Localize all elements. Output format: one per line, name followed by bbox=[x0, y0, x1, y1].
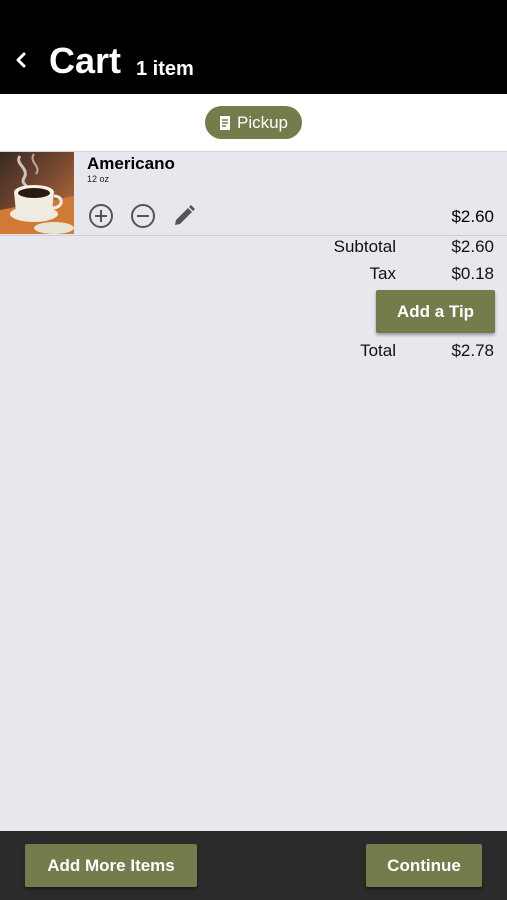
pickup-label: Pickup bbox=[236, 112, 289, 132]
tax-label: Tax bbox=[369, 264, 396, 283]
decrease-quantity-button[interactable] bbox=[130, 203, 156, 229]
total-label: Total bbox=[360, 341, 396, 360]
pickup-mode-button[interactable]: Pickup bbox=[205, 106, 302, 139]
page-title: Cart bbox=[49, 40, 122, 81]
item-image bbox=[0, 152, 74, 234]
subtotal-value: $2.60 bbox=[451, 237, 494, 256]
receipt-icon bbox=[219, 115, 230, 130]
back-button[interactable] bbox=[8, 44, 34, 76]
add-more-items-button[interactable]: Add More Items bbox=[25, 844, 197, 887]
tax-value: $0.18 bbox=[451, 264, 494, 283]
minus-circle-icon bbox=[131, 204, 155, 228]
item-count: 1 item bbox=[136, 58, 194, 80]
item-price: $2.60 bbox=[451, 207, 494, 226]
app-header: Cart 1 item bbox=[0, 0, 507, 94]
cart-item-row[interactable]: Americano 12 oz $2.60 bbox=[0, 152, 507, 236]
increase-quantity-button[interactable] bbox=[88, 203, 114, 229]
plus-circle-icon bbox=[89, 204, 113, 228]
item-name: Americano bbox=[87, 154, 175, 173]
pencil-icon bbox=[175, 205, 195, 225]
add-tip-button[interactable]: Add a Tip bbox=[376, 290, 495, 333]
total-value: $2.78 bbox=[451, 341, 494, 360]
item-size: 12 oz bbox=[87, 174, 110, 184]
continue-button[interactable]: Continue bbox=[366, 844, 482, 887]
bottom-action-bar: Add More Items Continue bbox=[0, 831, 507, 900]
subtotal-label: Subtotal bbox=[333, 237, 396, 256]
edit-item-button[interactable] bbox=[171, 203, 197, 229]
chevron-left-icon bbox=[16, 52, 26, 68]
order-mode-bar: Pickup bbox=[0, 94, 507, 152]
